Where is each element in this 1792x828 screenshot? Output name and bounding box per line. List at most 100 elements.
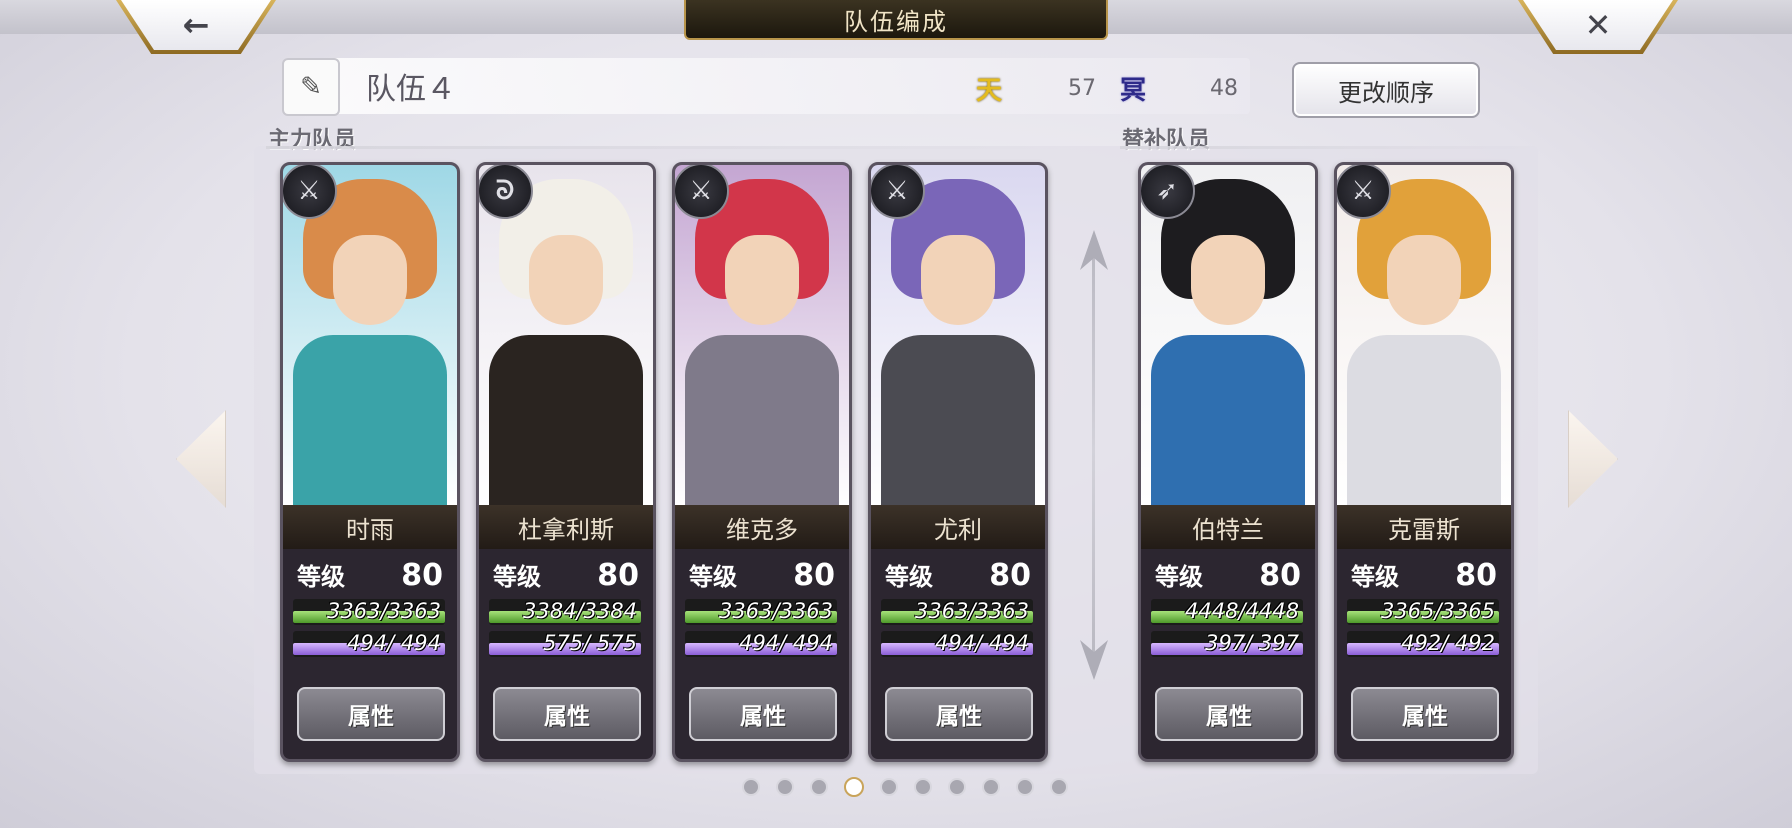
mp-value: 575/ 575 [543, 631, 637, 655]
spear-weapon-icon: ➶ [1141, 165, 1195, 219]
underworld-element-value: 48 [1210, 76, 1238, 101]
page-dot[interactable] [948, 778, 966, 796]
level-label: 等级 [885, 563, 933, 591]
page-title: 队伍编成 [684, 0, 1108, 40]
page-dot[interactable] [982, 778, 1000, 796]
main-member-card[interactable]: ⚔ 维克多 等级 80 3363/3363 494/ 494 属性 [672, 162, 852, 762]
change-order-button[interactable]: 更改顺序 [1292, 62, 1480, 118]
mp-bar: 494/ 494 [881, 631, 1033, 657]
level-value: 80 [401, 558, 443, 593]
mp-value: 492/ 492 [1401, 631, 1495, 655]
sword-weapon-icon: ⚔ [871, 165, 925, 219]
hp-bar: 3363/3363 [685, 599, 837, 625]
level-value: 80 [989, 558, 1031, 593]
level-label: 等级 [1155, 563, 1203, 591]
level-value: 80 [1455, 558, 1497, 593]
close-icon: ✕ [1584, 6, 1612, 44]
hp-bar: 3363/3363 [881, 599, 1033, 625]
level-row: 等级 80 [297, 557, 443, 593]
hp-bar: 3384/3384 [489, 599, 641, 625]
mp-bar: 397/ 397 [1151, 631, 1303, 657]
attribute-button[interactable]: 属性 [297, 687, 445, 741]
close-button[interactable]: ✕ [1523, 0, 1673, 50]
page-dot[interactable] [742, 778, 760, 796]
attribute-button[interactable]: 属性 [1155, 687, 1303, 741]
portrait-face [921, 235, 995, 325]
page-dot[interactable] [776, 778, 794, 796]
hp-bar: 3365/3365 [1347, 599, 1499, 625]
reserve-members-label: 替补队员 [1122, 128, 1211, 153]
level-row: 等级 80 [1351, 557, 1497, 593]
hp-value: 3363/3363 [915, 599, 1029, 623]
mp-bar: 494/ 494 [293, 631, 445, 657]
back-arrow-icon: ← [182, 6, 210, 44]
underworld-element-icon: 冥 [1120, 76, 1147, 106]
portrait-body [293, 335, 447, 505]
portrait-face [725, 235, 799, 325]
portrait-body [881, 335, 1035, 505]
level-label: 等级 [493, 563, 541, 591]
mp-bar: 494/ 494 [685, 631, 837, 657]
mp-value: 494/ 494 [935, 631, 1029, 655]
portrait-body [1347, 335, 1501, 505]
level-label: 等级 [1351, 563, 1399, 591]
mp-value: 494/ 494 [739, 631, 833, 655]
page-dot[interactable] [914, 778, 932, 796]
portrait-body [685, 335, 839, 505]
next-team-arrow-icon[interactable] [1568, 410, 1618, 508]
hp-value: 3365/3365 [1381, 599, 1495, 623]
reserve-member-card[interactable]: ➶ 伯特兰 等级 80 4448/4448 397/ 397 属性 [1138, 162, 1318, 762]
sky-element-value: 57 [1068, 76, 1096, 101]
portrait-body [1151, 335, 1305, 505]
level-row: 等级 80 [1155, 557, 1301, 593]
portrait-face [1191, 235, 1265, 325]
mp-bar: 492/ 492 [1347, 631, 1499, 657]
page-dot[interactable] [810, 778, 828, 796]
page-dot[interactable] [880, 778, 898, 796]
mp-value: 397/ 397 [1205, 631, 1299, 655]
whip-weapon-icon: ᘐ [479, 165, 533, 219]
level-row: 等级 80 [493, 557, 639, 593]
level-value: 80 [793, 558, 835, 593]
page-dot[interactable] [1050, 778, 1068, 796]
hp-value: 4448/4448 [1185, 599, 1299, 623]
reserve-member-card[interactable]: ⚔ 克雷斯 等级 80 3365/3365 492/ 492 属性 [1334, 162, 1514, 762]
portrait-face [529, 235, 603, 325]
sword-weapon-icon: ⚔ [1337, 165, 1391, 219]
portrait-face [333, 235, 407, 325]
attribute-button[interactable]: 属性 [689, 687, 837, 741]
hp-bar: 3363/3363 [293, 599, 445, 625]
level-row: 等级 80 [885, 557, 1031, 593]
main-members-label: 主力队员 [268, 128, 357, 153]
main-section-line [266, 146, 1066, 149]
main-member-card[interactable]: ⚔ 尤利 等级 80 3363/3363 494/ 494 属性 [868, 162, 1048, 762]
sky-element-icon: 天 [976, 76, 1003, 106]
portrait-body [489, 335, 643, 505]
member-name: 伯特兰 [1141, 505, 1315, 549]
team-divider [1092, 240, 1095, 660]
page-dot[interactable] [1016, 778, 1034, 796]
attribute-button[interactable]: 属性 [885, 687, 1033, 741]
sword-weapon-icon: ⚔ [283, 165, 337, 219]
attribute-button[interactable]: 属性 [1351, 687, 1499, 741]
hp-value: 3384/3384 [523, 599, 637, 623]
quill-icon: ✎ [300, 72, 322, 102]
edit-team-name-button[interactable]: ✎ [282, 58, 340, 116]
hp-bar: 4448/4448 [1151, 599, 1303, 625]
previous-team-arrow-icon[interactable] [176, 410, 226, 508]
hp-value: 3363/3363 [327, 599, 441, 623]
portrait-face [1387, 235, 1461, 325]
member-name: 时雨 [283, 505, 457, 549]
page-dot-active[interactable] [844, 777, 864, 797]
sword-weapon-icon: ⚔ [675, 165, 729, 219]
main-member-card[interactable]: ᘐ 杜拿利斯 等级 80 3384/3384 575/ 575 属性 [476, 162, 656, 762]
main-member-card[interactable]: ⚔ 时雨 等级 80 3363/3363 494/ 494 属性 [280, 162, 460, 762]
mp-bar: 575/ 575 [489, 631, 641, 657]
level-value: 80 [597, 558, 639, 593]
level-label: 等级 [297, 563, 345, 591]
mp-value: 494/ 494 [347, 631, 441, 655]
level-value: 80 [1259, 558, 1301, 593]
member-name: 尤利 [871, 505, 1045, 549]
attribute-button[interactable]: 属性 [493, 687, 641, 741]
back-button[interactable]: ← [121, 0, 271, 50]
